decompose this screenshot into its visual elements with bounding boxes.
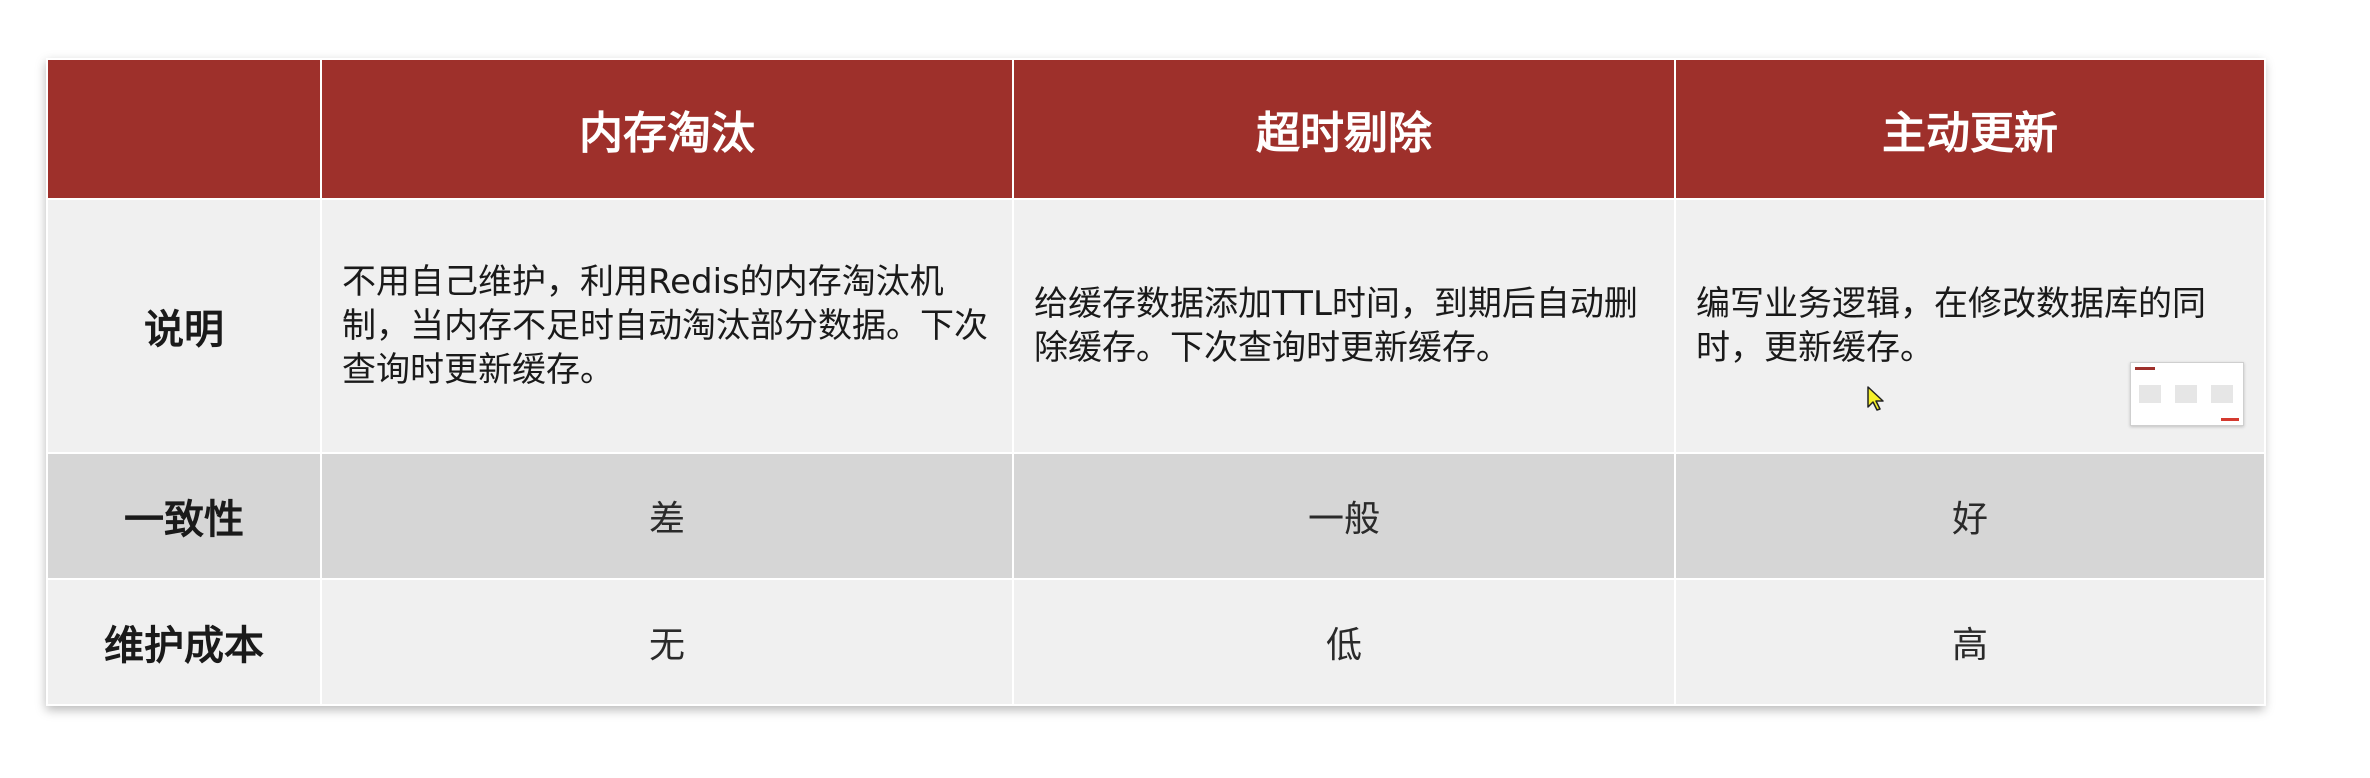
table-row: 维护成本 无 低 高 [46,578,2266,706]
thumbnail-block [2175,385,2197,403]
cost-cell-active-update: 高 [1674,578,2266,706]
row-label-consistency: 一致性 [46,452,322,580]
thumbnail-block [2211,385,2233,403]
header-row: 内存淘汰 超时剔除 主动更新 [46,58,2266,200]
consistency-cell-memory-eviction: 差 [320,452,1014,580]
row-label-description: 说明 [46,198,322,454]
table-row: 一致性 差 一般 好 [46,452,2266,580]
thumbnail-accent [2221,418,2239,421]
description-cell-active-update: 编写业务逻辑，在修改数据库的同时，更新缓存。 [1674,198,2266,454]
header-memory-eviction: 内存淘汰 [320,58,1014,200]
consistency-cell-timeout-expiry: 一般 [1012,452,1676,580]
page: 内存淘汰 超时剔除 主动更新 说明 不用自己维护，利用Redis的内存淘汰机制，… [0,0,2370,778]
description-cell-timeout-expiry: 给缓存数据添加TTL时间，到期后自动删除缓存。下次查询时更新缓存。 [1012,198,1676,454]
row-label-maintenance-cost: 维护成本 [46,578,322,706]
header-active-update: 主动更新 [1674,58,2266,200]
description-text-active-update: 编写业务逻辑，在修改数据库的同时，更新缓存。 [1696,284,2206,368]
header-corner [46,58,322,200]
thumbnail-block [2139,385,2161,403]
header-timeout-expiry: 超时剔除 [1012,58,1676,200]
cost-cell-memory-eviction: 无 [320,578,1014,706]
mouse-cursor-icon [1867,386,1884,411]
slide-thumbnail[interactable] [2130,362,2244,426]
thumbnail-title-bar [2135,367,2155,370]
cost-cell-timeout-expiry: 低 [1012,578,1676,706]
description-cell-memory-eviction: 不用自己维护，利用Redis的内存淘汰机制，当内存不足时自动淘汰部分数据。下次查… [320,198,1014,454]
table-row: 说明 不用自己维护，利用Redis的内存淘汰机制，当内存不足时自动淘汰部分数据。… [46,198,2266,454]
comparison-table-container: 内存淘汰 超时剔除 主动更新 说明 不用自己维护，利用Redis的内存淘汰机制，… [46,58,2266,706]
comparison-table: 内存淘汰 超时剔除 主动更新 说明 不用自己维护，利用Redis的内存淘汰机制，… [46,58,2266,706]
consistency-cell-active-update: 好 [1674,452,2266,580]
